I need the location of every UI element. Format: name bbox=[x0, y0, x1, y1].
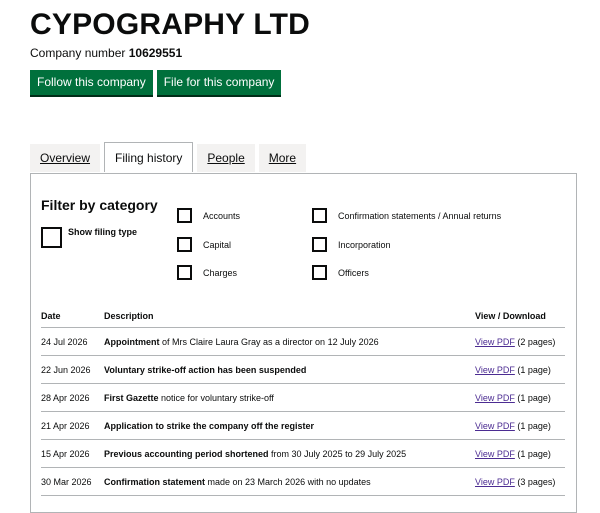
filing-view: View PDF (1 page) bbox=[475, 384, 565, 411]
filter-label-officers: Officers bbox=[338, 267, 369, 278]
tab-people[interactable]: People bbox=[197, 144, 255, 172]
filter-label-confirmation-statements: Confirmation statements / Annual returns bbox=[338, 210, 502, 221]
filter-label-accounts: Accounts bbox=[203, 210, 241, 221]
filing-description: Appointment of Mrs Claire Laura Gray as … bbox=[104, 328, 475, 355]
filing-date: 30 Mar 2026 bbox=[41, 477, 92, 487]
page-count: (1 page) bbox=[514, 365, 551, 375]
filing-view: View PDF (1 page) bbox=[475, 440, 565, 467]
filing-detail: of Mrs Claire Laura Gray as a director o… bbox=[159, 337, 379, 347]
page-count: (2 pages) bbox=[514, 337, 556, 347]
filing-detail: notice for voluntary strike-off bbox=[158, 393, 274, 403]
filing-date: 24 Jul 2026 bbox=[41, 337, 88, 347]
company-number-value: 10629551 bbox=[128, 46, 183, 60]
filing-view: View PDF (1 page) bbox=[475, 356, 565, 383]
checkbox-accounts[interactable] bbox=[177, 208, 192, 223]
show-filing-type-checkbox[interactable] bbox=[41, 227, 62, 248]
filing-date: 28 Apr 2026 bbox=[41, 393, 90, 403]
header-date: Date bbox=[41, 311, 61, 321]
page-count: (1 page) bbox=[514, 449, 551, 459]
company-name: CYPOGRAPHY LTD bbox=[30, 8, 311, 41]
filter-officers[interactable]: Officers bbox=[312, 265, 369, 280]
filing-description: Confirmation statement made on 23 March … bbox=[104, 468, 475, 495]
view-pdf-link[interactable]: View PDF bbox=[475, 477, 515, 487]
filing-date: 22 Jun 2026 bbox=[41, 365, 91, 375]
filter-confirmation-statements[interactable]: Confirmation statements / Annual returns bbox=[312, 208, 501, 223]
tab-overview[interactable]: Overview bbox=[30, 144, 101, 172]
filter-charges[interactable]: Charges bbox=[177, 265, 237, 280]
follow-company-button[interactable]: Follow this company bbox=[30, 70, 153, 95]
table-row: 21 Apr 2026 Application to strike the co… bbox=[41, 412, 565, 440]
table-row: 30 Mar 2026 Confirmation statement made … bbox=[41, 468, 565, 496]
filing-description: Previous accounting period shortened fro… bbox=[104, 440, 475, 467]
filter-incorporation[interactable]: Incorporation bbox=[312, 237, 391, 252]
checkbox-charges[interactable] bbox=[177, 265, 192, 280]
header-description: Description bbox=[104, 311, 154, 321]
show-filing-type-label: Show filing type bbox=[68, 227, 137, 237]
filing-type: Appointment bbox=[104, 337, 160, 347]
header-view-download: View / Download bbox=[475, 311, 546, 321]
show-filing-type-toggle[interactable]: Show filing type bbox=[41, 224, 137, 248]
filing-detail: from 30 July 2025 to 29 July 2025 bbox=[268, 449, 407, 459]
filter-title: Filter by category bbox=[41, 197, 158, 213]
filing-view: View PDF (1 page) bbox=[475, 412, 565, 439]
filing-date: 21 Apr 2026 bbox=[41, 421, 90, 431]
view-pdf-link[interactable]: View PDF bbox=[475, 337, 515, 347]
filter-label-capital: Capital bbox=[203, 239, 232, 250]
view-pdf-link[interactable]: View PDF bbox=[475, 449, 515, 459]
file-for-company-button[interactable]: File for this company bbox=[156, 70, 282, 95]
filing-date: 15 Apr 2026 bbox=[41, 449, 90, 459]
table-row: 22 Jun 2026 Voluntary strike-off action … bbox=[41, 356, 565, 384]
tab-more[interactable]: More bbox=[258, 144, 307, 172]
view-pdf-link[interactable]: View PDF bbox=[475, 393, 515, 403]
filing-type: First Gazette bbox=[104, 393, 159, 403]
filing-description: Application to strike the company off th… bbox=[104, 412, 475, 439]
checkbox-incorporation[interactable] bbox=[312, 237, 327, 252]
tab-filing-history[interactable]: Filing history bbox=[104, 142, 194, 172]
filing-history-table: Date Description View / Download 24 Jul … bbox=[41, 304, 565, 496]
filing-description: First Gazette notice for voluntary strik… bbox=[104, 384, 475, 411]
filing-detail: made on 23 March 2026 with no updates bbox=[205, 477, 371, 487]
filter-label-charges: Charges bbox=[203, 267, 238, 278]
filing-type: Previous accounting period shortened bbox=[104, 449, 269, 459]
table-header: Date Description View / Download bbox=[41, 304, 565, 328]
view-pdf-link[interactable]: View PDF bbox=[475, 365, 515, 375]
company-number: Company number 10629551 bbox=[30, 45, 182, 61]
filter-label-incorporation: Incorporation bbox=[338, 239, 391, 250]
table-row: 24 Jul 2026 Appointment of Mrs Claire La… bbox=[41, 328, 565, 356]
page-count: (1 page) bbox=[514, 421, 551, 431]
checkbox-capital[interactable] bbox=[177, 237, 192, 252]
filing-view: View PDF (3 pages) bbox=[475, 468, 565, 495]
filing-type: Voluntary strike-off action has been sus… bbox=[104, 365, 307, 375]
filter-accounts[interactable]: Accounts bbox=[177, 208, 240, 223]
company-tabs: Overview Filing history People More bbox=[30, 142, 307, 172]
page-count: (1 page) bbox=[514, 393, 551, 403]
filing-view: View PDF (2 pages) bbox=[475, 328, 565, 355]
filing-type: Application to strike the company off th… bbox=[104, 421, 315, 431]
filter-capital[interactable]: Capital bbox=[177, 237, 231, 252]
filing-history-panel: Filter by category Show filing type Acco… bbox=[30, 173, 577, 513]
table-row: 15 Apr 2026 Previous accounting period s… bbox=[41, 440, 565, 468]
checkbox-officers[interactable] bbox=[312, 265, 327, 280]
table-row: 28 Apr 2026 First Gazette notice for vol… bbox=[41, 384, 565, 412]
company-number-label: Company number bbox=[30, 46, 126, 60]
action-buttons: Follow this company File for this compan… bbox=[30, 70, 282, 95]
filing-description: Voluntary strike-off action has been sus… bbox=[104, 356, 475, 383]
page-count: (3 pages) bbox=[514, 477, 556, 487]
checkbox-confirmation-statements[interactable] bbox=[312, 208, 327, 223]
filing-type: Confirmation statement bbox=[104, 477, 206, 487]
view-pdf-link[interactable]: View PDF bbox=[475, 421, 515, 431]
